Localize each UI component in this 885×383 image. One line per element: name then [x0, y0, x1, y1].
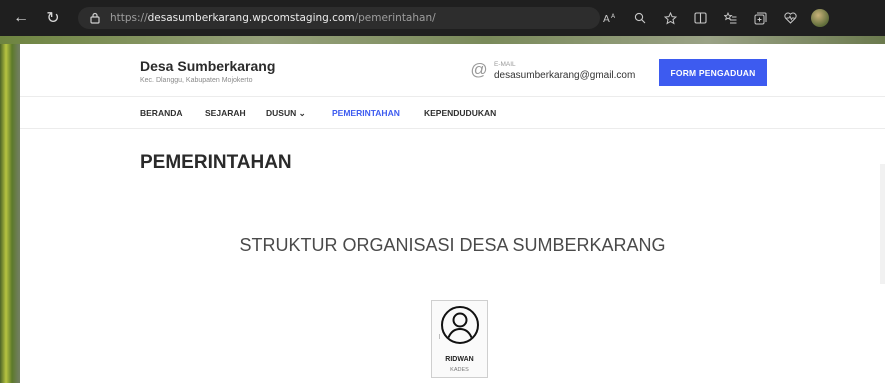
address-bar[interactable]: https://desasumberkarang.wpcomstaging.co… [78, 7, 600, 29]
back-arrow-icon: ← [13, 9, 29, 26]
org-chart-connector [439, 334, 440, 339]
form-pengaduan-button[interactable]: FORM PENGADUAN [659, 59, 767, 86]
back-button[interactable]: ← [10, 7, 32, 29]
org-person-name: RIDWAN [445, 356, 474, 363]
sidebar-edge [880, 164, 885, 284]
profile-avatar[interactable] [810, 8, 830, 28]
refresh-button[interactable]: ↻ [42, 7, 64, 29]
url-text: https://desasumberkarang.wpcomstaging.co… [110, 12, 436, 24]
url-prefix: https:// [110, 12, 148, 24]
nav-item-beranda[interactable]: BERANDA [140, 108, 183, 118]
email-address[interactable]: desasumberkarang@gmail.com [494, 70, 635, 81]
browser-tools: AA [600, 8, 840, 28]
site-title[interactable]: Desa Sumberkarang [140, 58, 275, 74]
nav-item-dusun[interactable]: DUSUN ⌄ [266, 108, 306, 119]
favorite-star-icon[interactable] [660, 8, 680, 28]
page-content: Desa Sumberkarang Kec. Dlanggu, Kabupate… [20, 44, 885, 383]
site-info-icon[interactable] [88, 11, 102, 25]
avatar [811, 9, 829, 27]
background-banner [0, 36, 885, 44]
nav-item-sejarah[interactable]: SEJARAH [205, 108, 246, 118]
nav-item-kependudukan[interactable]: KEPENDUDUKAN [424, 108, 496, 118]
person-icon [441, 306, 479, 344]
page-title: PEMERINTAHAN [140, 152, 292, 173]
collections-icon[interactable] [750, 8, 770, 28]
org-person-role: KADES [450, 367, 469, 373]
performance-heart-icon[interactable] [780, 8, 800, 28]
nav-item-pemerintahan[interactable]: PEMERINTAHAN [332, 108, 400, 118]
site-tagline: Kec. Dlanggu, Kabupaten Mojokerto [140, 77, 253, 84]
org-chart-card[interactable]: RIDWAN KADES [431, 300, 488, 378]
split-screen-icon[interactable] [690, 8, 710, 28]
main-navigation: BERANDA SEJARAH DUSUN ⌄ PEMERINTAHAN KEP… [20, 96, 885, 129]
refresh-icon: ↻ [46, 10, 60, 27]
site-header: Desa Sumberkarang Kec. Dlanggu, Kabupate… [20, 44, 885, 96]
zoom-icon[interactable] [630, 8, 650, 28]
favorites-list-icon[interactable] [720, 8, 740, 28]
section-heading-text: STRUKTUR ORGANISASI DESA SUMBERKARANG [239, 235, 666, 255]
email-label: E-MAIL [494, 61, 516, 68]
url-host: desasumberkarang.wpcomstaging.com [147, 12, 355, 24]
url-path: /pemerintahan/ [354, 12, 436, 24]
section-heading: STRUKTUR ORGANISASI DESA SUMBERKARANG [20, 235, 885, 256]
svg-text:A: A [611, 13, 616, 20]
email-at-icon: @ [470, 60, 488, 79]
svg-text:A: A [603, 14, 610, 24]
read-aloud-icon[interactable]: AA [600, 8, 620, 28]
